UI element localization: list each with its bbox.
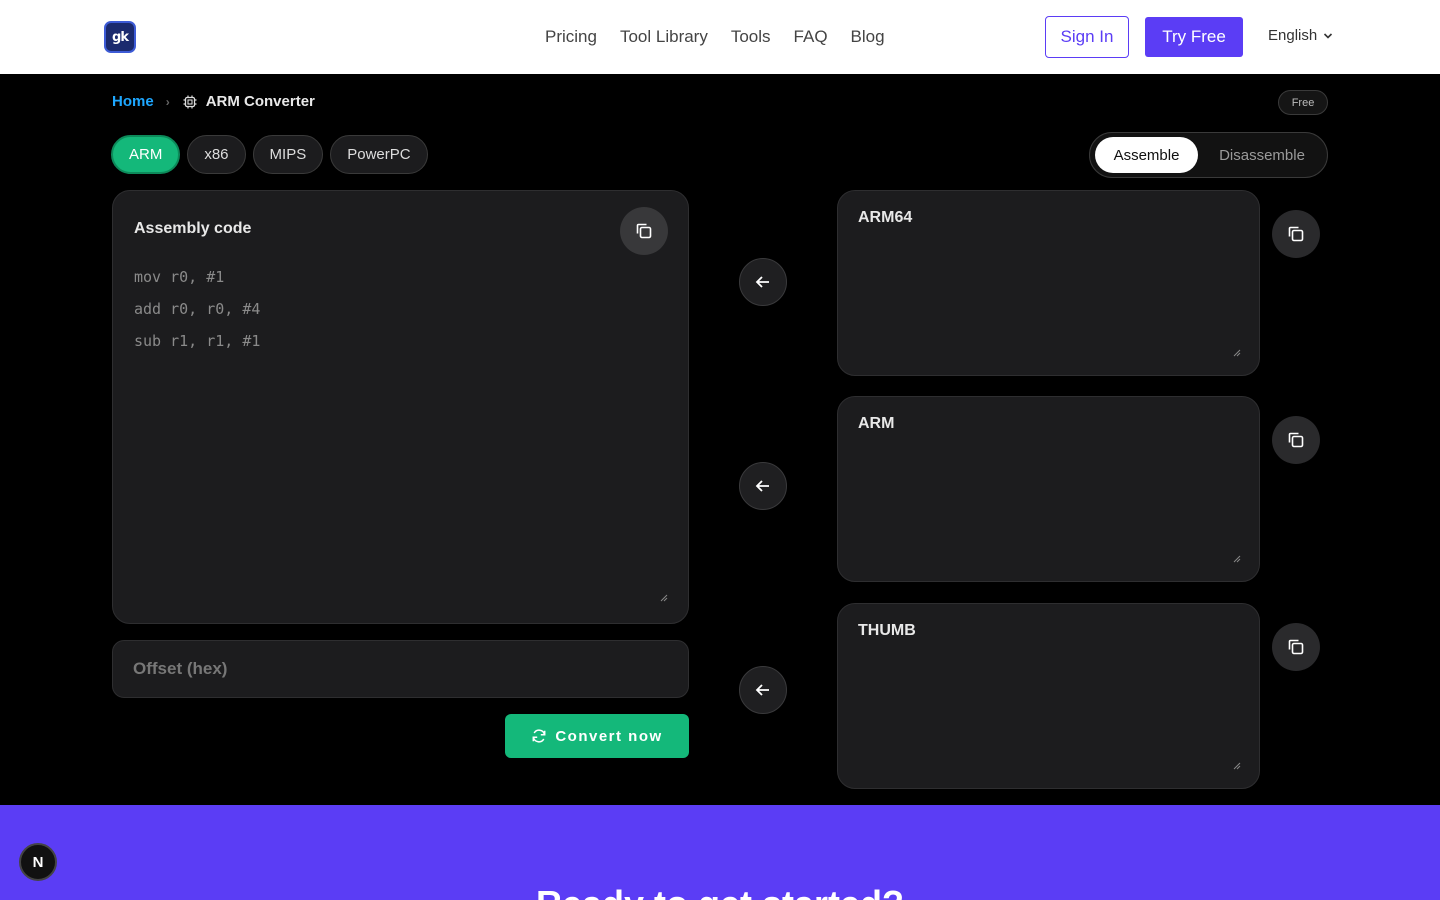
cta-title: Ready to get started?	[0, 883, 1440, 900]
offset-hex-input[interactable]: Offset (hex)	[112, 640, 689, 698]
assembly-code-title: Assembly code	[134, 220, 252, 237]
arm64-output-panel[interactable]: ARM64	[837, 190, 1260, 376]
nav-faq[interactable]: FAQ	[794, 24, 828, 50]
floating-n-badge[interactable]: N	[19, 843, 57, 881]
nav-tool-library[interactable]: Tool Library	[620, 24, 708, 50]
architecture-tabs: ARM x86 MIPS PowerPC	[111, 135, 428, 174]
breadcrumb: Home › ARM Converter	[112, 93, 315, 110]
arm-output-panel[interactable]: ARM	[837, 396, 1260, 582]
assemble-toggle[interactable]: Assemble	[1095, 137, 1198, 173]
thumb-output-title: THUMB	[858, 622, 916, 639]
arm-output-title: ARM	[858, 415, 895, 432]
breadcrumb-home-link[interactable]: Home	[112, 93, 154, 110]
copy-input-button[interactable]	[620, 207, 668, 255]
top-header: gk Pricing Tool Library Tools FAQ Blog S…	[0, 0, 1440, 74]
resize-handle-icon[interactable]	[660, 594, 668, 602]
try-free-button[interactable]: Try Free	[1145, 17, 1243, 57]
logo-text: gk	[112, 29, 129, 45]
thumb-output-panel[interactable]: THUMB	[837, 603, 1260, 789]
assembly-code-textarea[interactable]: mov r0, #1 add r0, r0, #4 sub r1, r1, #1	[134, 261, 664, 591]
arrow-left-button-thumb[interactable]	[739, 666, 787, 714]
sign-in-button[interactable]: Sign In	[1045, 16, 1129, 58]
nav-tools[interactable]: Tools	[731, 24, 771, 50]
arrow-left-icon	[755, 684, 769, 696]
brand-logo[interactable]: gk	[104, 21, 136, 53]
copy-thumb-button[interactable]	[1272, 623, 1320, 671]
disassemble-toggle[interactable]: Disassemble	[1202, 137, 1322, 173]
tab-mips[interactable]: MIPS	[252, 135, 324, 174]
chevron-down-icon	[1324, 32, 1333, 39]
mode-toggle: Assemble Disassemble	[1089, 132, 1328, 178]
arrow-left-icon	[755, 276, 769, 288]
nav-blog[interactable]: Blog	[851, 24, 885, 50]
language-label: English	[1268, 27, 1318, 44]
copy-arm64-button[interactable]	[1272, 210, 1320, 258]
copy-icon	[1288, 226, 1304, 242]
code-placeholder-line: mov r0, #1	[134, 268, 225, 286]
assembly-input-panel: Assembly code mov r0, #1 add r0, r0, #4 su…	[112, 190, 689, 624]
breadcrumb-current: ARM Converter	[205, 93, 315, 110]
refresh-icon	[532, 729, 546, 743]
main-nav: Pricing Tool Library Tools FAQ Blog	[545, 24, 908, 50]
resize-handle-icon[interactable]	[1233, 762, 1241, 770]
chip-icon	[182, 94, 198, 110]
tab-x86[interactable]: x86	[187, 135, 246, 174]
copy-icon	[636, 223, 652, 239]
copy-icon	[1288, 639, 1304, 655]
copy-arm-button[interactable]	[1272, 416, 1320, 464]
arrow-left-button-arm[interactable]	[739, 462, 787, 510]
tab-powerpc[interactable]: PowerPC	[330, 135, 428, 174]
code-placeholder-line: add r0, r0, #4	[134, 300, 261, 318]
free-badge: Free	[1278, 90, 1328, 115]
code-placeholder-line: sub r1, r1, #1	[134, 332, 261, 350]
copy-icon	[1288, 432, 1304, 448]
breadcrumb-separator: ›	[165, 94, 170, 109]
language-selector[interactable]: English	[1268, 27, 1333, 44]
cta-section: Ready to get started?	[0, 805, 1440, 900]
arrow-left-icon	[755, 480, 769, 492]
resize-handle-icon[interactable]	[1233, 555, 1241, 563]
arrow-left-button-arm64[interactable]	[739, 258, 787, 306]
convert-label: Convert now	[555, 727, 663, 745]
convert-now-button[interactable]: Convert now	[505, 714, 689, 758]
tab-arm[interactable]: ARM	[111, 135, 181, 174]
arm64-output-title: ARM64	[858, 209, 913, 226]
resize-handle-icon[interactable]	[1233, 349, 1241, 357]
nav-pricing[interactable]: Pricing	[545, 24, 597, 50]
